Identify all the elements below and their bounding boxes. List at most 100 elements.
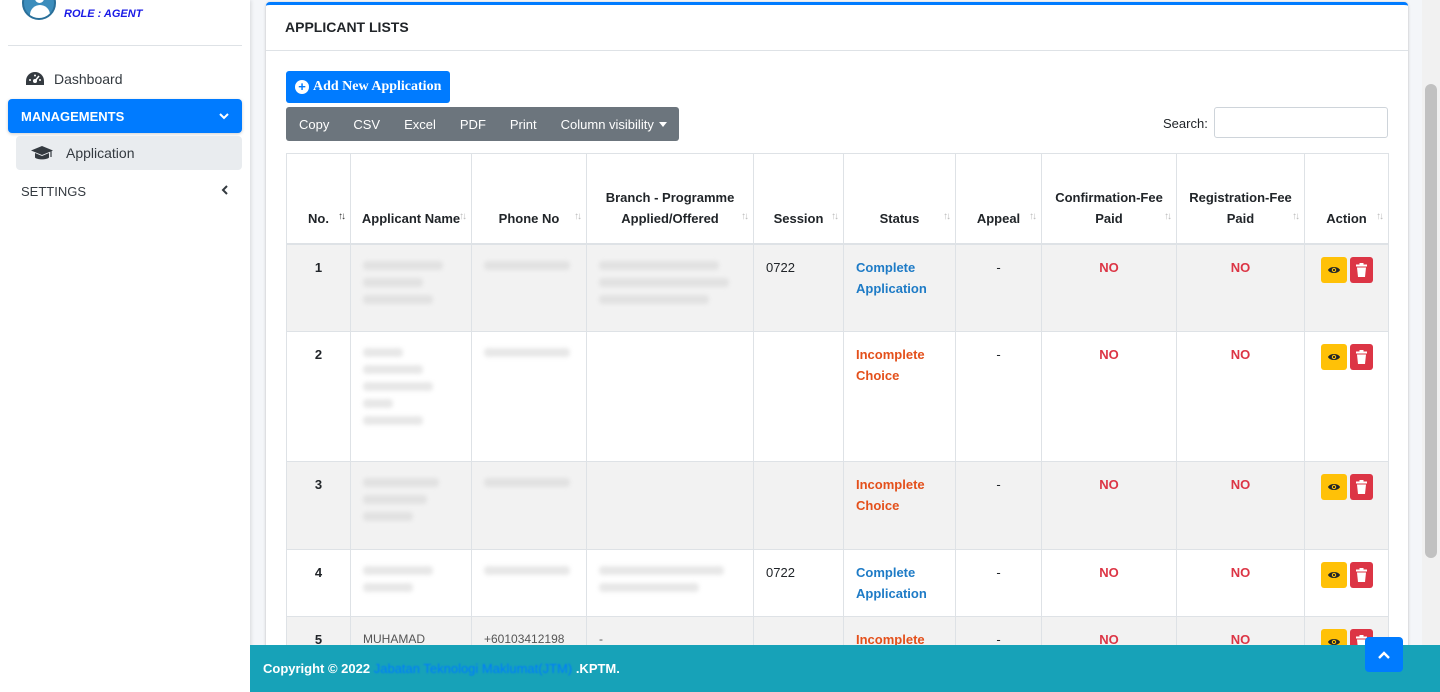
session-cell <box>753 331 844 462</box>
view-button[interactable] <box>1320 344 1347 370</box>
view-button[interactable] <box>1320 256 1347 283</box>
column-header-action[interactable]: Action ↑↓ <box>1304 153 1389 245</box>
sort-icon: ↑↓ <box>1029 210 1037 222</box>
copy-button[interactable]: Copy <box>286 107 341 141</box>
column-header-no[interactable]: No. ↑↓ <box>286 153 351 245</box>
add-new-application-button[interactable]: + Add New Application <box>286 71 451 103</box>
phone-redacted <box>471 331 587 462</box>
trash-icon <box>1355 480 1367 494</box>
branch-redacted <box>586 461 754 550</box>
sort-icon: ↑↓ <box>1376 210 1384 222</box>
footer-link[interactable]: Jabatan Teknologi Maklumat(JTM) <box>374 661 572 676</box>
delete-button[interactable] <box>1349 256 1373 283</box>
sidebar: ROLE : AGENT Dashboard MANAGEMENTS Appli… <box>0 0 250 692</box>
avatar[interactable] <box>22 0 56 20</box>
sort-icon: ↑↓ <box>831 210 839 222</box>
eye-icon <box>1327 354 1340 360</box>
column-header-label: Action <box>1326 210 1367 226</box>
action-cell <box>1304 461 1389 550</box>
view-button[interactable] <box>1320 474 1347 500</box>
footer: Copyright © 2022 Jabatan Teknologi Maklu… <box>250 645 1440 692</box>
column-header-appeal[interactable]: Appeal ↑↓ <box>955 153 1042 245</box>
column-header-label: Registration-Fee Paid <box>1189 189 1292 226</box>
sidebar-item-label: Application <box>66 145 135 161</box>
row-number: 1 <box>286 243 351 332</box>
copyright-text: Copyright © 2022 <box>263 661 371 676</box>
column-header-branch-programme[interactable]: Branch - Programme Applied/Offered ↑↓ <box>586 153 754 245</box>
search-input[interactable] <box>1214 107 1388 138</box>
column-header-status[interactable]: Status ↑↓ <box>843 153 956 245</box>
view-button[interactable] <box>1320 562 1347 588</box>
scroll-to-top-button[interactable] <box>1365 637 1403 672</box>
search-label: Search: <box>1163 116 1208 131</box>
column-header-applicant-name[interactable]: Applicant Name ↑↓ <box>350 153 472 245</box>
sidebar-item-dashboard[interactable]: Dashboard <box>8 62 242 96</box>
applicant-name-redacted <box>350 243 472 332</box>
table-header-row: No. ↑↓ Applicant Name ↑↓ Phone No ↑↓ Branch… <box>286 153 1389 245</box>
pdf-button[interactable]: PDF <box>448 107 498 141</box>
column-visibility-button[interactable]: Column visibility <box>549 107 679 141</box>
row-number: 3 <box>286 461 351 550</box>
sort-icon: ↑↓ <box>1164 210 1172 222</box>
sidebar-item-label: SETTINGS <box>21 183 87 199</box>
page-title: APPLICANT LISTS <box>266 5 1408 51</box>
status-cell: Incomplete Choice <box>843 331 956 462</box>
trash-icon <box>1355 568 1367 582</box>
sidebar-item-label: MANAGEMENTS <box>21 108 125 124</box>
registration-fee-cell: NO <box>1176 461 1305 550</box>
sidebar-item-application[interactable]: Application <box>16 136 242 170</box>
add-button-label: Add New Application <box>313 79 442 94</box>
table-row: 1 0722 Complete Application - NO NO <box>286 243 1389 332</box>
delete-button[interactable] <box>1349 474 1373 500</box>
print-button[interactable]: Print <box>498 107 549 141</box>
vertical-scrollbar[interactable] <box>1422 0 1440 692</box>
sidebar-item-settings[interactable]: SETTINGS <box>8 174 242 208</box>
main-content: APPLICANT LISTS + Add New Application Co… <box>250 0 1422 692</box>
tachometer-icon <box>24 70 46 88</box>
status-cell: Complete Application <box>843 243 956 332</box>
trash-icon <box>1355 350 1367 364</box>
graduation-cap-icon <box>30 145 56 161</box>
eye-icon <box>1327 484 1340 490</box>
action-cell <box>1304 243 1389 332</box>
table-row: 2 Incomplete Choice - NO NO <box>286 331 1389 462</box>
csv-button[interactable]: CSV <box>341 107 392 141</box>
delete-button[interactable] <box>1349 562 1373 588</box>
branch-redacted <box>586 331 754 462</box>
column-header-label: Confirmation-Fee Paid <box>1055 189 1163 226</box>
table-row: 4 0722 Complete Application - NO NO <box>286 549 1389 617</box>
sort-icon: ↑↓ <box>459 210 467 222</box>
column-header-label: No. <box>308 210 329 226</box>
applicant-name-redacted <box>350 549 472 617</box>
registration-fee-cell: NO <box>1176 331 1305 462</box>
branch-redacted <box>586 549 754 617</box>
appeal-cell: - <box>955 331 1042 462</box>
scrollbar-thumb[interactable] <box>1425 84 1437 558</box>
user-panel: ROLE : AGENT <box>8 0 242 46</box>
applicant-list-card: APPLICANT LISTS + Add New Application Co… <box>266 2 1408 692</box>
column-visibility-label: Column visibility <box>560 116 654 132</box>
table-row: 3 Incomplete Choice - NO NO <box>286 461 1389 550</box>
eye-icon <box>1327 572 1340 578</box>
excel-button[interactable]: Excel <box>392 107 448 141</box>
delete-button[interactable] <box>1349 344 1373 370</box>
row-number: 2 <box>286 331 351 462</box>
column-header-session[interactable]: Session ↑↓ <box>753 153 844 245</box>
confirmation-fee-cell: NO <box>1041 331 1177 462</box>
column-header-registration-fee[interactable]: Registration-Fee Paid ↑↓ <box>1176 153 1305 245</box>
session-cell: 0722 <box>753 243 844 332</box>
column-header-label: Appeal <box>976 210 1021 226</box>
sort-icon: ↑↓ <box>741 210 749 222</box>
confirmation-fee-cell: NO <box>1041 549 1177 617</box>
column-header-phone[interactable]: Phone No ↑↓ <box>471 153 587 245</box>
sidebar-item-managements[interactable]: MANAGEMENTS <box>8 99 242 133</box>
sort-icon: ↑↓ <box>943 210 951 222</box>
confirmation-fee-cell: NO <box>1041 461 1177 550</box>
column-header-label: Session <box>773 210 824 226</box>
status-cell: Complete Application <box>843 549 956 617</box>
confirmation-fee-cell: NO <box>1041 243 1177 332</box>
session-cell <box>753 461 844 550</box>
column-header-confirmation-fee[interactable]: Confirmation-Fee Paid ↑↓ <box>1041 153 1177 245</box>
applicant-name-redacted <box>350 331 472 462</box>
phone-redacted <box>471 461 587 550</box>
